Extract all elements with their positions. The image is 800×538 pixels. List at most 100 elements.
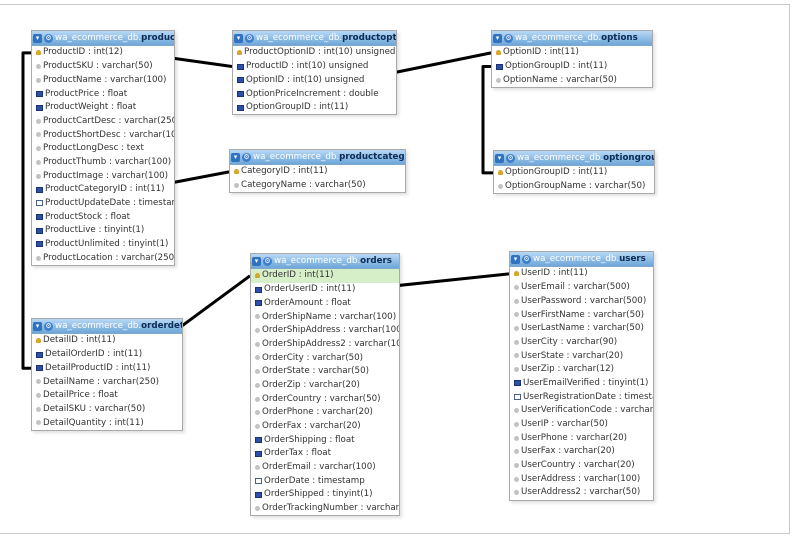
column-row[interactable]: ProductImage : varchar(100) <box>32 169 174 183</box>
column-row[interactable]: UserAddress : varchar(100) <box>510 472 653 486</box>
table-header[interactable]: ▾⚙wa_ecommerce_db.productoptions <box>233 31 396 46</box>
column-row[interactable]: DetailQuantity : int(11) <box>32 416 182 430</box>
collapse-toggle-icon[interactable]: ▾ <box>511 254 520 264</box>
gear-icon[interactable]: ⚙ <box>44 321 53 331</box>
column-row[interactable]: ProductOptionID : int(10) unsigned <box>233 46 396 60</box>
gear-icon[interactable]: ⚙ <box>242 152 251 162</box>
column-row[interactable]: OptionGroupID : int(11) <box>494 166 654 180</box>
column-row[interactable]: DetailName : varchar(250) <box>32 375 182 389</box>
table-header[interactable]: ▾⚙wa_ecommerce_db.productcategories <box>230 150 405 165</box>
table-productcategories[interactable]: ▾⚙wa_ecommerce_db.productcategoriesCateg… <box>229 149 406 194</box>
table-orderdetails[interactable]: ▾⚙wa_ecommerce_db.orderdetailsDetailID :… <box>31 318 183 431</box>
column-row[interactable]: OrderPhone : varchar(20) <box>251 406 399 420</box>
gear-icon[interactable]: ⚙ <box>44 33 53 43</box>
collapse-toggle-icon[interactable]: ▾ <box>493 33 502 43</box>
column-row[interactable]: ProductCartDesc : varchar(250) <box>32 114 174 128</box>
column-row[interactable]: OrderEmail : varchar(100) <box>251 461 399 475</box>
table-header[interactable]: ▾ ⚙ wa_ecommerce_db.orders <box>251 254 399 269</box>
column-row[interactable]: UserCountry : varchar(20) <box>510 459 653 473</box>
column-row[interactable]: UserEmail : varchar(500) <box>510 281 653 295</box>
column-row[interactable]: OrderShipAddress : varchar(100) <box>251 324 399 338</box>
column-row[interactable]: ProductLongDesc : text <box>32 142 174 156</box>
column-row[interactable]: OptionGroupID : int(11) <box>233 101 396 115</box>
column-row[interactable]: OptionGroupName : varchar(50) <box>494 180 654 194</box>
table-header[interactable]: ▾⚙wa_ecommerce_db.optiongroups <box>494 151 654 166</box>
column-row[interactable]: UserCity : varchar(90) <box>510 335 653 349</box>
column-row[interactable]: ProductUnlimited : tinyint(1) <box>32 238 174 252</box>
column-row[interactable]: DetailSKU : varchar(50) <box>32 402 182 416</box>
column-row[interactable]: UserEmailVerified : tinyint(1) <box>510 377 653 391</box>
column-row[interactable]: ProductThumb : varchar(100) <box>32 156 174 170</box>
table-users[interactable]: ▾ ⚙ wa_ecommerce_db.users UserID : int(11) U… <box>509 251 654 501</box>
table-header[interactable]: ▾ ⚙ wa_ecommerce_db.options <box>492 31 652 46</box>
column-row[interactable]: UserPassword : varchar(500) <box>510 294 653 308</box>
column-row[interactable]: ProductLocation : varchar(250) <box>32 251 174 265</box>
column-row[interactable]: UserPhone : varchar(20) <box>510 431 653 445</box>
column-row[interactable]: OrderFax : varchar(20) <box>251 420 399 434</box>
gear-icon[interactable]: ⚙ <box>263 256 272 266</box>
column-row[interactable]: ProductStock : float <box>32 210 174 224</box>
designer-canvas[interactable]: ▾⚙wa_ecommerce_db.productsProductID : in… <box>0 0 800 538</box>
column-row[interactable]: OrderZip : varchar(20) <box>251 379 399 393</box>
column-row[interactable]: ProductID : int(12) <box>32 46 174 60</box>
collapse-toggle-icon[interactable]: ▾ <box>252 256 261 266</box>
column-row[interactable]: OrderAmount : float <box>251 296 399 310</box>
column-row[interactable]: OrderShipName : varchar(100) <box>251 310 399 324</box>
column-row[interactable]: OrderShipped : tinyint(1) <box>251 488 399 502</box>
gear-icon[interactable]: ⚙ <box>522 254 531 264</box>
column-row[interactable]: UserFirstName : varchar(50) <box>510 308 653 322</box>
column-row[interactable]: OrderShipAddress2 : varchar(100) <box>251 337 399 351</box>
column-row[interactable]: DetailOrderID : int(11) <box>32 348 182 362</box>
column-row[interactable]: UserIP : varchar(50) <box>510 418 653 432</box>
column-row[interactable]: CategoryName : varchar(50) <box>230 179 405 193</box>
collapse-toggle-icon[interactable]: ▾ <box>234 33 243 43</box>
column-row[interactable]: OrderDate : timestamp <box>251 474 399 488</box>
column-row[interactable]: ProductName : varchar(100) <box>32 73 174 87</box>
column-row[interactable]: ProductUpdateDate : timestamp <box>32 197 174 211</box>
column-row[interactable]: OrderState : varchar(50) <box>251 365 399 379</box>
column-row[interactable]: UserID : int(11) <box>510 267 653 281</box>
table-header[interactable]: ▾ ⚙ wa_ecommerce_db.users <box>510 252 653 267</box>
column-row[interactable]: OrderTrackingNumber : varchar(80) <box>251 502 399 516</box>
collapse-toggle-icon[interactable]: ▾ <box>231 152 240 162</box>
column-row[interactable]: UserRegistrationDate : timestamp <box>510 390 653 404</box>
collapse-toggle-icon[interactable]: ▾ <box>33 33 42 43</box>
column-row[interactable]: OrderID : int(11) <box>251 269 399 283</box>
column-row[interactable]: UserVerificationCode : varchar(20) <box>510 404 653 418</box>
column-row[interactable]: ProductID : int(10) unsigned <box>233 60 396 74</box>
column-row[interactable]: OptionPriceIncrement : double <box>233 87 396 101</box>
collapse-toggle-icon[interactable]: ▾ <box>33 321 42 331</box>
column-row[interactable]: ProductShortDesc : varchar(1000) <box>32 128 174 142</box>
column-row[interactable]: OptionName : varchar(50) <box>492 73 652 87</box>
column-row[interactable]: OptionID : int(11) <box>492 46 652 60</box>
column-row[interactable]: OrderShipping : float <box>251 433 399 447</box>
column-row[interactable]: ProductSKU : varchar(50) <box>32 60 174 74</box>
table-productoptions[interactable]: ▾⚙wa_ecommerce_db.productoptionsProductO… <box>232 30 397 116</box>
table-header[interactable]: ▾⚙wa_ecommerce_db.products <box>32 31 174 46</box>
table-options[interactable]: ▾ ⚙ wa_ecommerce_db.options OptionID : int(… <box>491 30 653 89</box>
gear-icon[interactable]: ⚙ <box>245 33 254 43</box>
column-row[interactable]: OrderUserID : int(11) <box>251 283 399 297</box>
gear-icon[interactable]: ⚙ <box>506 153 515 163</box>
column-row[interactable]: CategoryID : int(11) <box>230 165 405 179</box>
gear-icon[interactable]: ⚙ <box>504 33 513 43</box>
column-row[interactable]: UserAddress2 : varchar(50) <box>510 486 653 500</box>
column-row[interactable]: OrderCity : varchar(50) <box>251 351 399 365</box>
column-row[interactable]: UserFax : varchar(20) <box>510 445 653 459</box>
column-row[interactable]: ProductWeight : float <box>32 101 174 115</box>
collapse-toggle-icon[interactable]: ▾ <box>495 153 504 163</box>
column-row[interactable]: UserZip : varchar(12) <box>510 363 653 377</box>
table-products[interactable]: ▾⚙wa_ecommerce_db.productsProductID : in… <box>31 30 175 266</box>
column-row[interactable]: ProductLive : tinyint(1) <box>32 224 174 238</box>
column-row[interactable]: UserLastName : varchar(50) <box>510 322 653 336</box>
column-row[interactable]: DetailProductID : int(11) <box>32 361 182 375</box>
column-row[interactable]: OptionID : int(10) unsigned <box>233 73 396 87</box>
column-row[interactable]: ProductPrice : float <box>32 87 174 101</box>
column-row[interactable]: DetailPrice : float <box>32 389 182 403</box>
column-row[interactable]: OrderTax : float <box>251 447 399 461</box>
column-row[interactable]: ProductCategoryID : int(11) <box>32 183 174 197</box>
column-row[interactable]: OrderCountry : varchar(50) <box>251 392 399 406</box>
column-row[interactable]: DetailID : int(11) <box>32 334 182 348</box>
column-row[interactable]: UserState : varchar(20) <box>510 349 653 363</box>
table-orders[interactable]: ▾ ⚙ wa_ecommerce_db.orders OrderID : int(11… <box>250 253 400 517</box>
